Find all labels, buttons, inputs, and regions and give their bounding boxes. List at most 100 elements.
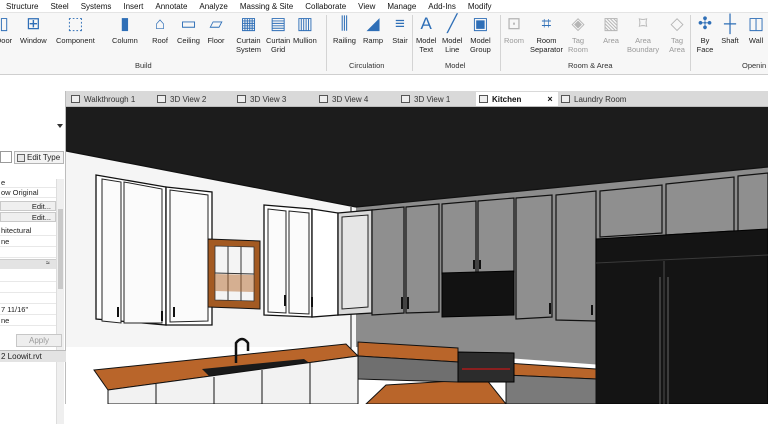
menu-add-ins[interactable]: Add-Ins [422,2,462,11]
menu-systems[interactable]: Systems [75,2,118,11]
model-line-button[interactable]: ╱ Model Line [442,14,462,60]
shaft-button[interactable]: ┼ Shaft [720,14,740,60]
window-button[interactable]: ⊞ Window [20,14,47,60]
model-text-button[interactable]: A Model Text [416,14,436,60]
room-button[interactable]: ⊡ Room [504,14,524,60]
menu-view[interactable]: View [352,2,381,11]
scrollbar-thumb[interactable] [58,209,63,289]
property-value [0,294,56,304]
collapse-section-icon[interactable]: ≈ [46,260,50,267]
by-face-button[interactable]: ✣ By Face [695,14,715,60]
property-value: ne [0,237,56,247]
properties-dropdown-arrow-icon[interactable] [57,124,63,128]
room-separator-icon: ⌗ [541,14,552,33]
ribbon-group-model: Model [445,61,466,70]
tab-3d-view-1[interactable]: 3D View 1 [398,92,450,106]
tab-label: Laundry Room [574,94,627,104]
railing-button[interactable]: ⫼ Railing [333,14,356,60]
upper-cabinets-left [95,174,213,326]
close-icon[interactable]: × [547,94,552,104]
ribbon: ▯ Door ⊞ Window ⬚ Component ▮ Column ⌂ Roof ▭ Ceili… [0,13,768,75]
menu-analyze[interactable]: Analyze [193,2,233,11]
component-button[interactable]: ⬚ Component [56,14,95,60]
property-value[interactable]: Edit... [0,201,56,211]
menu-structure[interactable]: Structure [0,2,44,11]
button-label: Ramp [363,36,384,45]
ceiling-button[interactable]: ▭ Ceiling [177,14,200,60]
tab-3d-view-2[interactable]: 3D View 2 [154,92,206,106]
tag-area-button[interactable]: ◇ Tag Area [667,14,687,60]
menu-modify[interactable]: Modify [462,2,498,11]
button-label: By [700,36,710,45]
3d-view-icon [157,95,166,103]
menu-insert[interactable]: Insert [117,2,149,11]
menu-manage[interactable]: Manage [381,2,422,11]
area-button[interactable]: ▧ Area [601,14,621,60]
ribbon-group-opening: Openin [742,61,767,70]
room-separator-button[interactable]: ⌗ Room Separator [530,14,563,60]
ribbon-group-room-area: Room & Area [568,61,613,70]
button-label-2: Group [470,45,491,54]
stair-button[interactable]: ≡ Stair [390,14,410,60]
button-label: Room [504,36,525,45]
mullion-button[interactable]: ▥ Mullion [293,14,317,60]
tab-label: 3D View 1 [414,94,451,104]
column-icon: ▮ [120,14,130,33]
curtain-grid-button[interactable]: ▤ Curtain Grid [266,14,290,60]
stair-icon: ≡ [395,14,405,33]
edit-type-button[interactable]: Edit Type [14,151,64,164]
button-label: Stair [392,36,408,45]
range-hood [441,270,515,318]
tab-kitchen[interactable]: Kitchen × [476,92,558,106]
property-value[interactable]: Edit... [0,212,56,222]
tab-walkthrough-1[interactable]: Walkthrough 1 [68,92,135,106]
edit-type-icon [17,153,25,162]
range-stove [457,351,515,383]
button-label-2: Face [696,45,714,54]
tab-label: Kitchen [492,94,522,104]
tag-room-button[interactable]: ◈ Tag Room [568,14,588,60]
menu-massing-site[interactable]: Massing & Site [234,2,299,11]
edit-type-label: Edit Type [27,153,61,162]
area-boundary-button[interactable]: ⌑ Area Boundary [627,14,659,60]
menu-steel[interactable]: Steel [44,2,74,11]
ribbon-group-circulation: Circulation [349,61,385,70]
floor-button[interactable]: ▱ Floor [206,14,226,60]
tab-laundry-room[interactable]: Laundry Room [558,92,626,106]
type-selector[interactable] [0,151,12,163]
curtain-system-button[interactable]: ▦ Curtain System [236,14,261,60]
room-icon: ⊡ [506,14,522,33]
door-button[interactable]: ▯ Door [0,14,14,60]
button-label: Floor [207,36,225,45]
browser-scrollbar[interactable] [56,363,64,404]
3d-view-icon [401,95,410,103]
tag-room-icon: ◈ [571,14,585,33]
menu-annotate[interactable]: Annotate [149,2,193,11]
apply-button[interactable]: Apply [16,334,62,347]
component-icon: ⬚ [67,14,84,33]
button-label-2: Area [669,45,685,54]
model-group-button[interactable]: ▣ Model Group [470,14,491,60]
button-label: Area [635,36,651,45]
tab-3d-view-3[interactable]: 3D View 3 [234,92,286,106]
column-button[interactable]: ▮ Column [112,14,138,60]
ribbon-separator [500,15,501,71]
button-label: Ceiling [177,36,200,45]
button-label: Mullion [293,36,317,45]
tab-label: Walkthrough 1 [84,94,136,104]
button-label: Door [0,36,13,45]
tab-3d-view-4[interactable]: 3D View 4 [316,92,368,106]
3d-kitchen-viewport[interactable] [66,107,768,404]
button-label: Wall [748,36,764,45]
project-filename: 2 Loowit.rvt [1,352,42,361]
3d-view-icon [561,95,570,103]
ramp-icon: ◢ [366,14,380,33]
menu-collaborate[interactable]: Collaborate [299,2,352,11]
roof-button[interactable]: ⌂ Roof [150,14,170,60]
property-value: ne [0,316,56,326]
tab-label: 3D View 4 [332,94,369,104]
model-group-icon: ▣ [472,14,489,33]
property-value [0,248,56,258]
ramp-button[interactable]: ◢ Ramp [363,14,383,60]
wall-button[interactable]: ◫ Wall [746,14,766,60]
